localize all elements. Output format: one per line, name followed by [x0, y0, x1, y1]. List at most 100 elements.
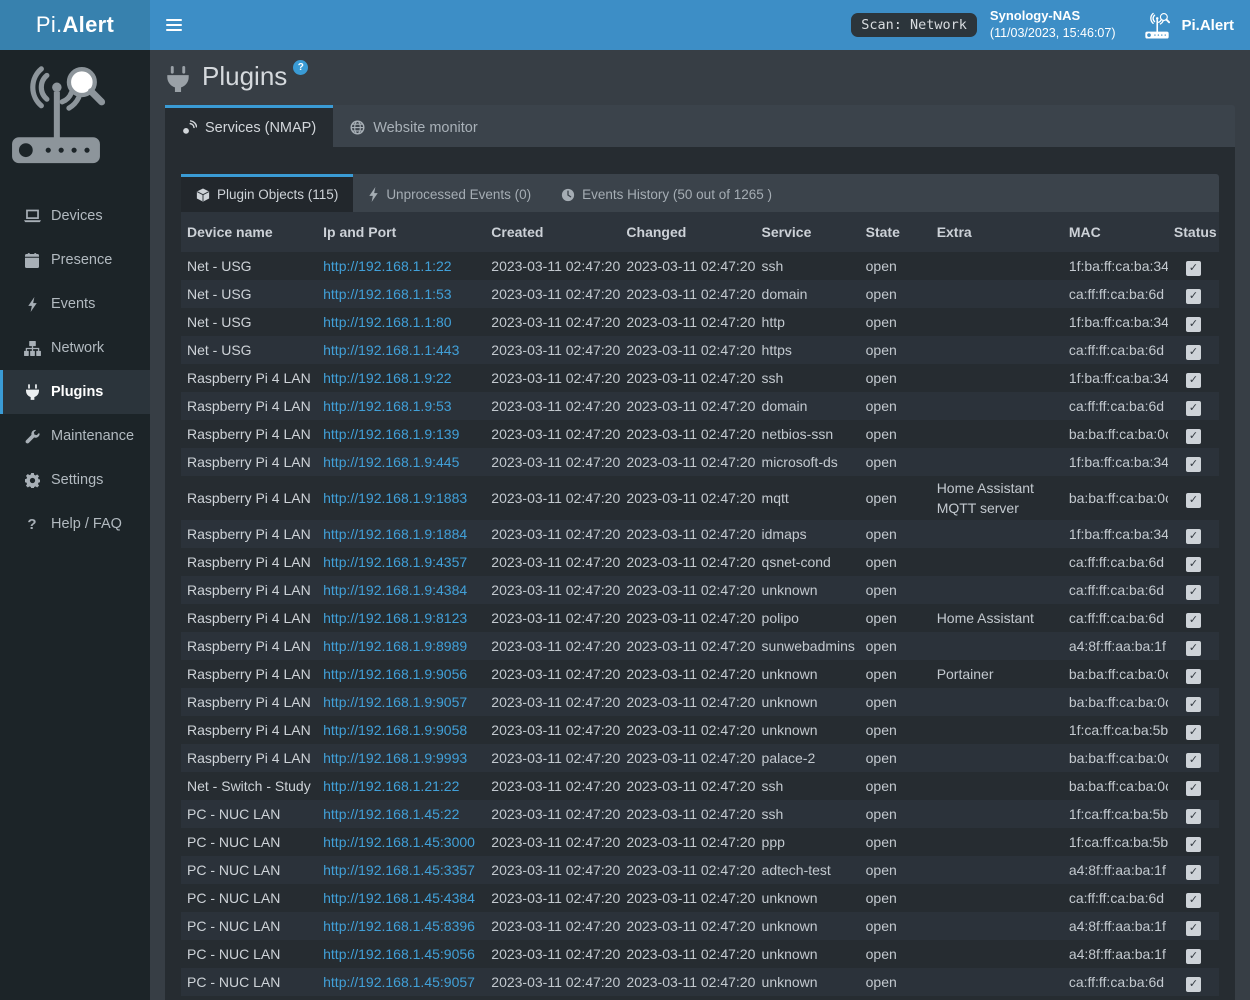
device-name-cell: Raspberry Pi 4 LAN — [181, 548, 317, 576]
subtab-events-history-50-out-of-1265[interactable]: Events History (50 out of 1265 ) — [546, 174, 787, 212]
ip-port-link[interactable]: http://192.168.1.45:4384 — [323, 890, 475, 906]
status-cell: ✓ — [1168, 772, 1219, 800]
ip-port-link[interactable]: http://192.168.1.9:139 — [323, 426, 459, 442]
changed-cell: 2023-03-11 02:47:20 — [620, 604, 755, 632]
status-checkbox[interactable]: ✓ — [1186, 697, 1201, 712]
status-checkbox[interactable]: ✓ — [1186, 261, 1201, 276]
sidebar-item-plugins[interactable]: Plugins — [0, 370, 150, 414]
status-checkbox[interactable]: ✓ — [1186, 373, 1201, 388]
sidebar-item-help-faq[interactable]: ?Help / FAQ — [0, 502, 150, 546]
status-checkbox[interactable]: ✓ — [1186, 529, 1201, 544]
ip-port-link[interactable]: http://192.168.1.9:445 — [323, 454, 459, 470]
sidebar-item-devices[interactable]: Devices — [0, 194, 150, 238]
ip-port-link[interactable]: http://192.168.1.1:80 — [323, 314, 451, 330]
sidebar-item-settings[interactable]: Settings — [0, 458, 150, 502]
subtab-plugin-objects-115[interactable]: Plugin Objects (115) — [181, 174, 353, 212]
status-checkbox[interactable]: ✓ — [1186, 865, 1201, 880]
ip-port-link[interactable]: http://192.168.1.45:8396 — [323, 918, 475, 934]
service-cell: unknown — [756, 660, 860, 688]
ip-port-cell: http://192.168.1.9:9057 — [317, 688, 485, 716]
mac-cell: ca:ff:ff:ca:ba:6d — [1063, 576, 1168, 604]
ip-port-link[interactable]: http://192.168.1.1:22 — [323, 258, 451, 274]
sidebar-item-maintenance[interactable]: Maintenance — [0, 414, 150, 458]
mac-cell: 1f:ca:ff:ca:ba:5b — [1063, 800, 1168, 828]
status-checkbox[interactable]: ✓ — [1186, 921, 1201, 936]
mac-cell: ca:ff:ff:ca:ba:6d — [1063, 968, 1168, 996]
tab-website-monitor[interactable]: Website monitor — [333, 105, 495, 147]
ip-port-link[interactable]: http://192.168.1.9:4357 — [323, 554, 467, 570]
status-checkbox[interactable]: ✓ — [1186, 493, 1201, 508]
status-checkbox[interactable]: ✓ — [1186, 317, 1201, 332]
mac-cell: a4:8f:ff:aa:ba:1f — [1063, 940, 1168, 968]
status-checkbox[interactable]: ✓ — [1186, 725, 1201, 740]
status-checkbox[interactable]: ✓ — [1186, 557, 1201, 572]
tab-services-nmap[interactable]: Services (NMAP) — [165, 105, 333, 147]
ip-port-link[interactable]: http://192.168.1.1:53 — [323, 286, 451, 302]
ip-port-link[interactable]: http://192.168.1.45:9056 — [323, 946, 475, 962]
ip-port-link[interactable]: http://192.168.1.9:22 — [323, 370, 451, 386]
ip-port-cell: http://192.168.1.9:53 — [317, 392, 485, 420]
state-cell: open — [860, 548, 931, 576]
status-checkbox[interactable]: ✓ — [1186, 949, 1201, 964]
ip-port-link[interactable]: http://192.168.1.9:4384 — [323, 582, 467, 598]
status-checkbox[interactable]: ✓ — [1186, 429, 1201, 444]
status-checkbox[interactable]: ✓ — [1186, 837, 1201, 852]
ip-port-link[interactable]: http://192.168.1.9:9056 — [323, 666, 467, 682]
status-checkbox[interactable]: ✓ — [1186, 809, 1201, 824]
status-checkbox[interactable]: ✓ — [1186, 585, 1201, 600]
ip-port-link[interactable]: http://192.168.1.45:9057 — [323, 974, 475, 990]
created-cell: 2023-03-11 02:47:20 — [485, 716, 620, 744]
status-checkbox[interactable]: ✓ — [1186, 613, 1201, 628]
state-cell: open — [860, 800, 931, 828]
status-cell: ✓ — [1168, 280, 1219, 308]
sidebar-item-network[interactable]: Network — [0, 326, 150, 370]
help-badge[interactable]: ? — [293, 60, 308, 75]
hamburger-menu-icon[interactable] — [150, 0, 198, 50]
ip-port-link[interactable]: http://192.168.1.9:1884 — [323, 526, 467, 542]
status-checkbox[interactable]: ✓ — [1186, 401, 1201, 416]
status-checkbox[interactable]: ✓ — [1186, 753, 1201, 768]
status-checkbox[interactable]: ✓ — [1186, 669, 1201, 684]
app-logo[interactable]: Pi.Alert — [0, 0, 150, 50]
ip-port-link[interactable]: http://192.168.1.45:22 — [323, 806, 459, 822]
state-cell: open — [860, 828, 931, 856]
service-cell: sunwebadmins — [756, 632, 860, 660]
subtab-unprocessed-events-0[interactable]: Unprocessed Events (0) — [353, 174, 546, 212]
mac-cell: 1f:ba:ff:ca:ba:34 — [1063, 364, 1168, 392]
created-cell: 2023-03-11 02:47:20 — [485, 800, 620, 828]
status-checkbox[interactable]: ✓ — [1186, 781, 1201, 796]
ip-port-link[interactable]: http://192.168.1.9:53 — [323, 398, 451, 414]
ip-port-link[interactable]: http://192.168.1.1:443 — [323, 342, 459, 358]
status-checkbox[interactable]: ✓ — [1186, 345, 1201, 360]
ip-port-link[interactable]: http://192.168.1.9:8989 — [323, 638, 467, 654]
ip-port-cell: http://192.168.1.9:1883 — [317, 476, 485, 520]
ip-port-link[interactable]: http://192.168.1.9:9993 — [323, 750, 467, 766]
ip-port-link[interactable]: http://192.168.1.45:3357 — [323, 862, 475, 878]
status-cell: ✓ — [1168, 660, 1219, 688]
mac-cell: ca:ff:ff:ca:ba:6d — [1063, 392, 1168, 420]
state-cell: open — [860, 392, 931, 420]
subtab-label: Events History (50 out of 1265 ) — [582, 187, 772, 202]
created-cell: 2023-03-11 02:47:20 — [485, 828, 620, 856]
ip-port-link[interactable]: http://192.168.1.9:9058 — [323, 722, 467, 738]
state-cell: open — [860, 968, 931, 996]
mac-cell: a4:8f:ff:aa:ba:1f — [1063, 632, 1168, 660]
ip-port-link[interactable]: http://192.168.1.45:3000 — [323, 834, 475, 850]
changed-cell: 2023-03-11 02:47:20 — [620, 308, 755, 336]
created-cell: 2023-03-11 02:47:20 — [485, 520, 620, 548]
plugin-subtabs: Plugin Objects (115)Unprocessed Events (… — [181, 174, 1219, 212]
sidebar-item-events[interactable]: Events — [0, 282, 150, 326]
column-header-changed: Changed — [620, 212, 755, 252]
ip-port-link[interactable]: http://192.168.1.9:8123 — [323, 610, 467, 626]
device-name-cell: Raspberry Pi 4 LAN — [181, 448, 317, 476]
status-checkbox[interactable]: ✓ — [1186, 977, 1201, 992]
status-checkbox[interactable]: ✓ — [1186, 893, 1201, 908]
sidebar-item-presence[interactable]: Presence — [0, 238, 150, 282]
mac-cell: 1f:ba:ff:ca:ba:34 — [1063, 308, 1168, 336]
status-checkbox[interactable]: ✓ — [1186, 641, 1201, 656]
ip-port-link[interactable]: http://192.168.1.21:22 — [323, 778, 459, 794]
status-checkbox[interactable]: ✓ — [1186, 457, 1201, 472]
ip-port-link[interactable]: http://192.168.1.9:9057 — [323, 694, 467, 710]
ip-port-link[interactable]: http://192.168.1.9:1883 — [323, 490, 467, 506]
status-checkbox[interactable]: ✓ — [1186, 289, 1201, 304]
